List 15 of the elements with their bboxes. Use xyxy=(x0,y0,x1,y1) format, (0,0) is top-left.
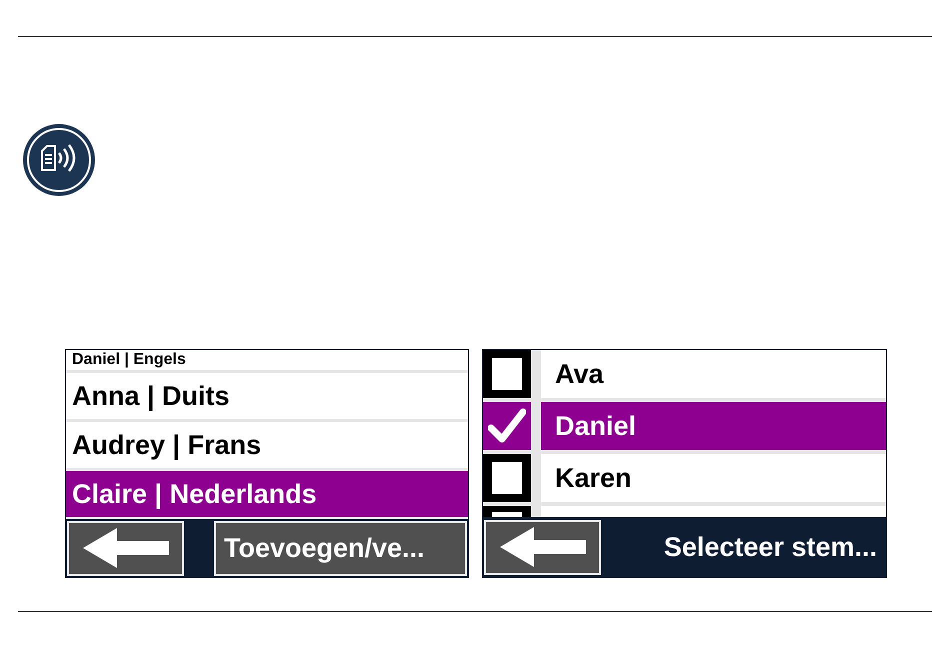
document-speaker-icon xyxy=(22,123,96,197)
back-arrow-icon xyxy=(500,527,586,567)
checkmark-icon[interactable] xyxy=(488,408,526,444)
add-remove-button[interactable]: Toevoegen/ve... xyxy=(214,520,467,576)
back-button[interactable] xyxy=(67,520,184,576)
checkbox[interactable] xyxy=(492,358,522,390)
checkbox[interactable] xyxy=(492,462,522,494)
back-arrow-icon xyxy=(82,528,168,568)
language-voice-item[interactable]: Audrey | Frans xyxy=(66,422,468,468)
checkbox[interactable] xyxy=(492,512,522,517)
back-button[interactable] xyxy=(484,520,601,574)
language-voice-item[interactable]: Anna | Duits xyxy=(66,373,468,419)
language-voice-item[interactable]: Claire | Nederlands xyxy=(66,471,468,517)
language-voice-item[interactable]: Daniel | Engels xyxy=(66,350,468,370)
screen-title: Selecteer stem... xyxy=(664,530,878,564)
